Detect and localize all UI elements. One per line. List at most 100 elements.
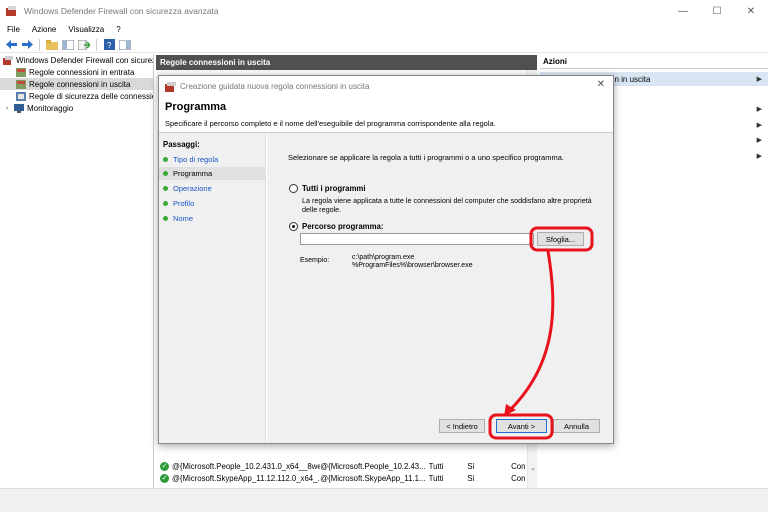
tree-item-label: Windows Defender Firewall con sicurezz [16, 55, 154, 65]
actions-header: Azioni [540, 55, 768, 69]
dialog-title: Creazione guidata nuova regola connessio… [180, 81, 370, 91]
tree-item-security-rules[interactable]: Regole di sicurezza delle connession [0, 90, 153, 102]
expand-chevron-icon[interactable]: › [6, 105, 14, 112]
next-button[interactable]: Avanti > [496, 419, 547, 433]
forward-arrow-icon[interactable] [20, 38, 34, 52]
properties-icon[interactable] [118, 38, 132, 52]
step-label: Profilo [173, 199, 195, 208]
dialog-subtitle: Specificare il percorso completo e il no… [165, 119, 496, 128]
toolbar-separator [96, 38, 97, 51]
program-path-radio[interactable] [289, 222, 298, 231]
program-path-label[interactable]: Percorso programma: [302, 222, 383, 231]
submenu-arrow-icon: ▶ [756, 153, 762, 160]
tree-item-inbound-rules[interactable]: Regole connessioni in entrata [0, 66, 153, 78]
step-label: Nome [173, 214, 194, 223]
close-icon[interactable]: ✕ [597, 79, 605, 90]
rule-profile-cell: Tutti [428, 461, 444, 471]
program-path-input[interactable] [300, 233, 534, 245]
close-button[interactable]: ✕ [734, 0, 768, 22]
step-dot-icon [163, 186, 168, 191]
rule-enabled-cell: Sì [467, 461, 475, 471]
submenu-arrow-icon: ▶ [756, 137, 762, 144]
back-button[interactable]: < Indietro [439, 419, 485, 433]
cancel-button[interactable]: Annulla [553, 419, 600, 433]
firewall-icon [6, 6, 16, 16]
all-programs-radio[interactable] [289, 184, 298, 193]
help-icon[interactable]: ? [102, 38, 116, 52]
example-line: c:\path\program.exe [352, 254, 415, 261]
step-dot-icon [163, 157, 168, 162]
wizard-content: Selezionare se applicare la regola a tut… [267, 133, 613, 443]
example-values: c:\path\program.exe %ProgramFiles%\brows… [352, 254, 473, 270]
tree-item-label: Regole di sicurezza delle connession [29, 91, 154, 101]
firewall-icon [3, 55, 13, 65]
status-bar [0, 500, 768, 512]
step-nome[interactable]: Nome [159, 212, 266, 225]
wizard-steps: Passaggi: Tipo di regola Programma Opera… [159, 133, 266, 443]
firewall-icon [165, 81, 176, 92]
rule-enabled-cell: Sì [467, 473, 475, 483]
all-programs-description: La regola viene applicata a tutte le con… [302, 196, 592, 214]
tree-item-outbound-rules[interactable]: Regole connessioni in uscita [0, 78, 153, 90]
instruction-text: Selezionare se applicare la regola a tut… [288, 153, 564, 162]
dialog-titlebar: Creazione guidata nuova regola connessio… [159, 76, 613, 96]
rule-name-cell: @{Microsoft.People_10.2.431.0_x64__8we..… [172, 461, 321, 471]
rules-icon [16, 67, 26, 77]
dialog-heading: Programma [165, 101, 227, 113]
rules-icon [16, 79, 26, 89]
step-dot-icon [163, 216, 168, 221]
submenu-arrow-icon: ▶ [756, 122, 762, 129]
all-programs-label[interactable]: Tutti i programmi [302, 184, 366, 193]
step-tipo-di-regola[interactable]: Tipo di regola [159, 153, 266, 166]
table-row[interactable]: ✓ @{Microsoft.SkypeApp_11.12.112.0_x64_.… [156, 472, 537, 484]
rule-group-cell: @{Microsoft.People_10.2.43... [320, 461, 426, 471]
new-rule-wizard-dialog: Creazione guidata nuova regola connessio… [158, 75, 614, 444]
example-label: Esempio: [300, 257, 330, 264]
folder-up-icon[interactable] [45, 38, 59, 52]
back-arrow-icon[interactable] [4, 38, 18, 52]
rule-profile-cell: Tutti [428, 473, 444, 483]
tree-item-label: Regole connessioni in entrata [29, 67, 135, 77]
menu-azione[interactable]: Azione [32, 25, 56, 34]
window-titlebar: Windows Defender Firewall con sicurezza … [0, 0, 768, 22]
enabled-check-icon: ✓ [160, 473, 169, 483]
horizontal-scrollbar[interactable] [0, 488, 768, 500]
center-panel-header: Regole connessioni in uscita [156, 55, 537, 70]
maximize-button[interactable]: ☐ [700, 0, 734, 22]
svg-text:?: ? [107, 41, 112, 50]
rule-group-cell: @{Microsoft.SkypeApp_11.1... [320, 473, 426, 483]
rule-name-cell: @{Microsoft.SkypeApp_11.12.112.0_x64_... [172, 473, 321, 483]
tree-item-label: Monitoraggio [27, 103, 74, 113]
example-line: %ProgramFiles%\browser\browser.exe [352, 262, 473, 269]
browse-button[interactable]: Sfoglia... [537, 232, 584, 246]
step-operazione[interactable]: Operazione [159, 182, 266, 195]
menu-file[interactable]: File [7, 25, 20, 34]
navigation-tree: Windows Defender Firewall con sicurezz R… [0, 54, 154, 488]
step-label: Operazione [173, 184, 212, 193]
step-dot-icon [163, 171, 168, 176]
console-tree-icon[interactable] [61, 38, 75, 52]
table-row[interactable]: ✓ @{Microsoft.People_10.2.431.0_x64__8we… [156, 460, 537, 472]
step-dot-icon [163, 201, 168, 206]
step-label: Tipo di regola [173, 155, 219, 164]
tree-item-label: Regole connessioni in uscita [29, 79, 131, 89]
submenu-arrow-icon: ▶ [756, 106, 762, 113]
submenu-arrow-icon: ▶ [756, 76, 762, 83]
export-icon[interactable] [77, 38, 91, 52]
monitor-icon [14, 103, 24, 113]
menu-visualizza[interactable]: Visualizza [68, 25, 104, 34]
action-item-label: on in uscita [610, 74, 651, 84]
steps-title: Passaggi: [163, 140, 200, 149]
tree-item-monitoring[interactable]: › Monitoraggio [0, 102, 153, 114]
tree-item-root[interactable]: Windows Defender Firewall con sicurezz [0, 54, 153, 66]
window-title: Windows Defender Firewall con sicurezza … [24, 6, 219, 16]
step-profilo[interactable]: Profilo [159, 197, 266, 210]
enabled-check-icon: ✓ [160, 461, 169, 471]
toolbar: ? [0, 37, 768, 53]
scroll-down-icon[interactable]: ⌄ [528, 464, 538, 472]
step-programma[interactable]: Programma [159, 167, 266, 180]
minimize-button[interactable]: — [666, 0, 700, 22]
menu-bar: File Azione Visualizza ? [0, 22, 768, 36]
menu-help[interactable]: ? [116, 25, 120, 34]
security-rules-icon [16, 91, 26, 101]
